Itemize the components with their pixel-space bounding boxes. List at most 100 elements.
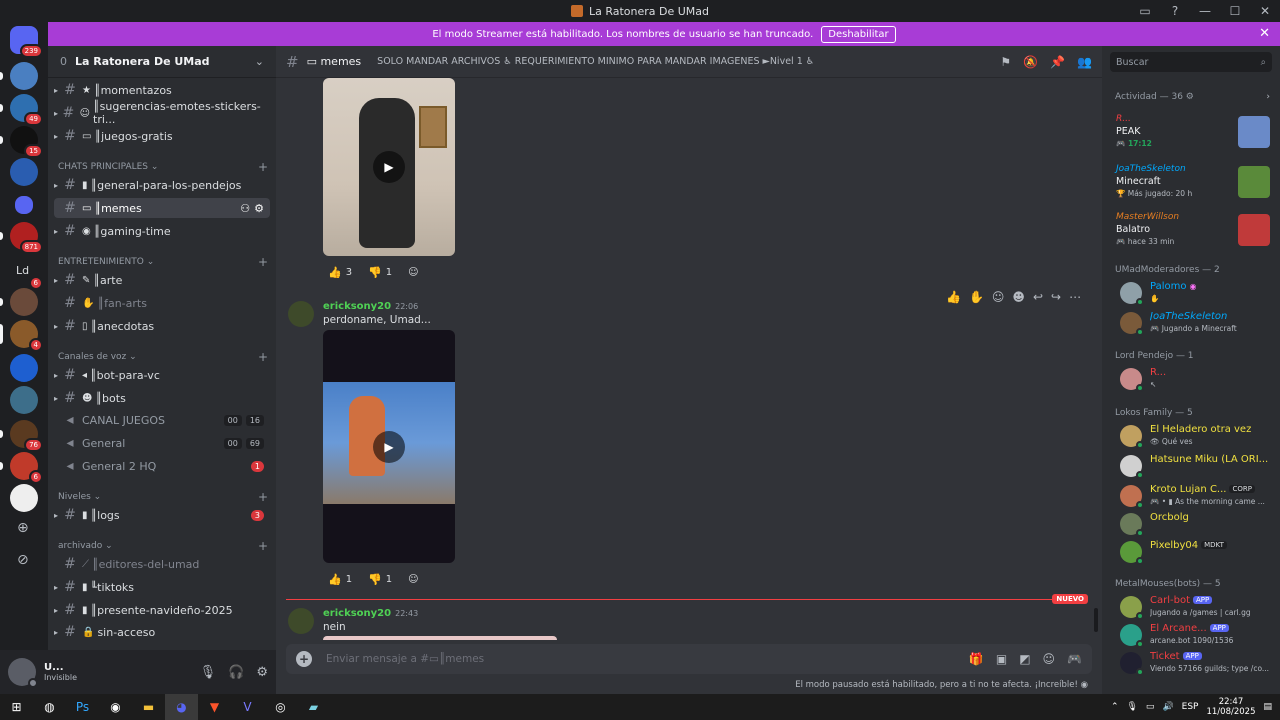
member-list-icon[interactable]: 👥 [1077,55,1092,69]
message-author[interactable]: ericksony20 22:06 [323,301,418,312]
volume-icon[interactable]: 🔊 [1162,702,1173,712]
discover-icon[interactable]: ⊘ [17,552,29,568]
avatar[interactable] [288,608,314,634]
search-input[interactable]: Buscar ⌕ [1110,52,1272,72]
channel-category[interactable]: Niveles ⌄ + [58,490,268,504]
notifications-icon[interactable]: ▤ [1263,702,1272,712]
clock[interactable]: 22:47 11/08/2025 [1206,697,1255,717]
server-icon[interactable]: 15 [0,126,43,158]
gear-icon[interactable]: ⚙ [256,665,268,680]
disable-streamer-button[interactable]: Deshabilitar [821,25,896,43]
gif-icon[interactable]: ▣ [996,652,1007,666]
server-icon[interactable]: 49 [0,94,43,126]
thumbs-up-icon[interactable]: 👍 [946,290,961,304]
server-icon[interactable] [0,288,38,316]
voice-channel[interactable]: ◂ CANAL JUEGOS 00 16 [54,410,270,430]
play-icon[interactable]: ▶ [373,151,405,183]
channel-item[interactable]: ▸ # ▮ ║presente-navideño-2025 [54,600,270,620]
add-server-icon[interactable]: ⊕ [17,520,29,536]
headphones-icon[interactable]: 🎧 [228,665,244,680]
inbox-icon[interactable]: ▭ [1130,4,1160,18]
member-item[interactable]: El Arcane... APP arcane.bot 1090/1536 [1120,620,1278,650]
channel-topic[interactable]: SOLO MANDAR ARCHIVOS ♿ REQUERIMIENTO MIN… [377,56,814,67]
server-icon[interactable] [0,62,38,90]
server-icon[interactable] [10,484,38,512]
member-item[interactable]: JoaTheSkeleton 🎮 Jugando a Minecraft [1120,308,1278,338]
channel-item[interactable]: ▸ # ▮ ║logs 3 [54,505,270,525]
reaction-thumbs-down[interactable]: 👎 1 [363,264,397,281]
channel-item[interactable]: # ▭ ║memes ⚇ ⚙ [54,198,270,218]
video-attachment[interactable]: ▶ [323,78,455,256]
avatar[interactable] [8,658,38,688]
channel-category[interactable]: archivado ⌄ + [58,539,268,553]
chevron-up-icon[interactable]: ⌃ [1111,702,1119,712]
activity-card[interactable]: R... PEAK 🎮 17:12 [1110,112,1272,156]
obs-icon[interactable]: ◉ [99,694,132,720]
microphone-icon[interactable]: 🎙 [1126,702,1137,712]
member-item[interactable]: Carl-bot APP Jugando a /games | carl.gg [1120,592,1278,622]
app-icon-gallery[interactable]: ◍ [33,694,66,720]
network-icon[interactable]: ▭ [1146,702,1155,712]
channel-item[interactable]: ▸ # ☺ ║sugerencias-emotes-stickers-tri... [54,100,270,126]
microphone-icon[interactable]: 🎙 [200,665,217,680]
channel-item[interactable]: ▸ # ★ ║momentazos [54,80,270,100]
reaction-thumbs-up[interactable]: 👍 1 [323,571,357,588]
maximize-button[interactable]: ☐ [1220,4,1250,18]
threads-icon[interactable]: ⚑ [1000,55,1011,69]
channel-item[interactable]: ▸ # ✎ ║arte [54,270,270,290]
emoji-icon[interactable]: ☺ [1043,652,1056,666]
add-reaction-icon[interactable]: ☻ [1012,290,1025,304]
voice-channel[interactable]: ◂ General 00 69 [54,433,270,453]
windows-start-icon[interactable]: ⊞ [0,694,33,720]
member-item[interactable]: Kroto Lujan C... CORP 🎮 • ▮ As the morning… [1120,481,1278,511]
avatar[interactable] [288,301,314,327]
channel-item[interactable]: ▸ # ◂ ║bot-para-vc [54,365,270,385]
file-explorer-icon[interactable]: ▬ [132,694,165,720]
server-icon[interactable]: 6 [0,452,43,484]
channel-item[interactable]: # ✋ ║fan-arts [54,293,270,313]
channel-item[interactable]: ▸ # ▭ ║juegos-gratis [54,126,270,146]
channel-category[interactable]: Canales de voz ⌄ + [58,350,268,364]
game-icon[interactable]: 🎮 [1067,652,1082,666]
member-item[interactable]: Palomo ◉ ✋ [1120,278,1278,308]
channel-item[interactable]: ▸ # ◉ ║gaming-time [54,221,270,241]
server-icon[interactable]: 4 [0,320,43,352]
member-item[interactable]: Orcbolg [1120,509,1278,539]
guild-header[interactable]: 0 La Ratonera De UMad ⌄ [48,46,276,78]
add-channel-icon[interactable]: + [258,160,268,174]
member-item[interactable]: El Heladero otra vez 👁 Qué ves [1120,421,1278,451]
channel-item[interactable]: ▸ # ☻ ║bots [54,388,270,408]
discord-icon[interactable]: ◕ [165,694,198,720]
add-channel-icon[interactable]: + [258,350,268,364]
info-icon[interactable]: ◉ [1081,680,1088,690]
server-icon[interactable]: 239 [10,26,43,58]
forward-icon[interactable]: ↪ [1051,290,1061,304]
raised-hand-icon[interactable]: ✋ [969,290,984,304]
language-indicator[interactable]: ESP [1182,702,1199,712]
notification-icon[interactable]: 🔕 [1023,55,1038,69]
member-item[interactable]: Ticket APP Viendo 57166 guilds; type /co..… [1120,648,1278,678]
add-reaction-icon[interactable]: ☺ [403,572,423,587]
add-attachment-button[interactable]: + [296,651,312,667]
message-input[interactable]: Enviar mensaje a #▭║memes [326,653,484,665]
server-icon[interactable]: 76 [0,420,43,452]
chat-scrollbar[interactable] [1094,608,1098,632]
brave-icon[interactable]: ▼ [198,694,231,720]
video-attachment[interactable]: ▶ [323,330,455,563]
app-icon-notes[interactable]: ▰ [297,694,330,720]
author-name[interactable]: ericksony20 [323,301,391,312]
channel-item[interactable]: ▸ # ▯ ║anecdotas [54,316,270,336]
server-icon[interactable] [10,386,38,414]
reaction-thumbs-down[interactable]: 👎 1 [363,571,397,588]
invite-icon[interactable]: ⚇ [240,202,250,215]
close-button[interactable]: ✕ [1250,4,1280,18]
server-icon[interactable] [10,158,38,186]
reaction-thumbs-up[interactable]: 👍 3 [323,264,357,281]
add-channel-icon[interactable]: + [258,255,268,269]
channel-item[interactable]: ▸ # ▮ ║general-para-los-pendejos [54,175,270,195]
sticker-icon[interactable]: ◩ [1019,652,1030,666]
emoji-icon[interactable]: ☺ [992,290,1005,304]
channel-item[interactable]: ▸ # 🔒 sin-acceso [54,622,270,642]
channel-category[interactable]: ENTRETENIMIENTO ⌄ + [58,255,268,269]
channel-item[interactable]: ▸ # ▮ ╙tiktoks [54,577,270,597]
